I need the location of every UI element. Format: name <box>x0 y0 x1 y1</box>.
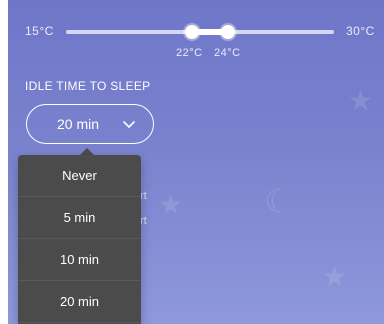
temperature-low-handle[interactable] <box>185 25 199 39</box>
dropdown-option-never[interactable]: Never <box>18 155 141 197</box>
obscured-text: rt <box>140 215 147 227</box>
chevron-down-icon <box>123 121 135 128</box>
idle-time-title: IDLE TIME TO SLEEP <box>25 79 151 93</box>
dropdown-option-5-min[interactable]: 5 min <box>18 197 141 239</box>
star-icon: ★ <box>322 261 348 292</box>
obscured-text: rt <box>140 190 147 202</box>
star-icon: ★ <box>348 85 374 116</box>
star-icon: ★ <box>158 189 184 220</box>
moon-icon: ☾ <box>264 183 295 221</box>
dropdown-option-10-min[interactable]: 10 min <box>18 239 141 281</box>
temperature-high-value: 24°C <box>214 47 241 59</box>
temperature-max-label: 30°C <box>346 24 375 38</box>
temperature-low-value: 22°C <box>176 47 203 59</box>
dropdown-option-20-min[interactable]: 20 min <box>18 281 141 323</box>
idle-time-select[interactable]: 20 min <box>26 104 154 144</box>
idle-time-selected-value: 20 min <box>57 116 100 132</box>
temperature-high-handle[interactable] <box>221 25 235 39</box>
settings-panel: ★ ★ ★ ☾ 15°C 30°C 22°C 24°C IDLE TIME TO… <box>8 0 384 324</box>
temperature-min-label: 15°C <box>25 24 54 38</box>
dropdown-caret <box>80 148 94 155</box>
idle-time-dropdown: Never 5 min 10 min 20 min <box>18 155 141 324</box>
